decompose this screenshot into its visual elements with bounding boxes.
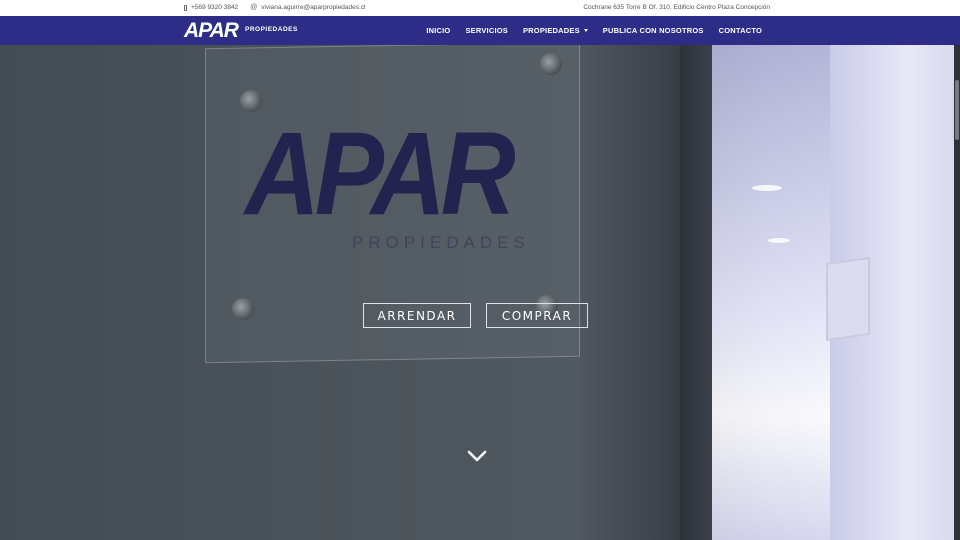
- menu-item-servicios[interactable]: SERVICIOS: [465, 26, 508, 35]
- chevron-down-icon[interactable]: [466, 445, 488, 467]
- phone-icon: [184, 4, 187, 11]
- sign-logo: APAR: [245, 108, 516, 240]
- email-contact[interactable]: @ viviana.aguirre@aparpropiedades.cl: [250, 4, 365, 11]
- email-address[interactable]: viviana.aguirre@aparpropiedades.cl: [261, 4, 365, 11]
- menu-item-propiedades-label: PROPIEDADES: [522, 26, 580, 35]
- scrollbar-thumb[interactable]: [955, 80, 959, 140]
- menu-item-publica[interactable]: PUBLICA CON NOSOTROS: [603, 26, 704, 35]
- wall-picture: [826, 256, 870, 342]
- arrendar-button[interactable]: ARRENDAR: [363, 303, 471, 328]
- contact-info: +569 9320 3842 @ viviana.aguirre@aparpro…: [184, 4, 365, 11]
- sign-logo-subtitle: PROPIEDADES: [352, 233, 530, 252]
- background-door-frame: [680, 45, 712, 540]
- menu-item-contacto[interactable]: CONTACTO: [719, 26, 762, 35]
- site-logo[interactable]: APAR: [184, 19, 239, 43]
- ceiling-light: [768, 238, 790, 243]
- sign-standoff: [232, 298, 254, 320]
- comprar-button[interactable]: COMPRAR: [486, 303, 588, 328]
- menu-item-propiedades[interactable]: PROPIEDADES: [523, 26, 588, 35]
- sign-standoff: [540, 53, 562, 75]
- phone-contact[interactable]: +569 9320 3842: [184, 4, 238, 11]
- ceiling-light: [752, 185, 782, 191]
- page-scrollbar[interactable]: [954, 45, 960, 540]
- background-light: [710, 45, 830, 540]
- caret-down-icon: [583, 29, 588, 32]
- top-info-bar: +569 9320 3842 @ viviana.aguirre@aparpro…: [0, 0, 960, 16]
- phone-number[interactable]: +569 9320 3842: [191, 4, 238, 11]
- main-menu: INICIO SERVICIOS PROPIEDADES PUBLICA CON…: [426, 16, 762, 45]
- office-address: Cochrane 635 Torre B Of. 310, Edificio C…: [583, 4, 770, 11]
- main-navbar: APAR PROPIEDADES INICIO SERVICIOS PROPIE…: [0, 16, 960, 45]
- site-logo-subtitle[interactable]: PROPIEDADES: [245, 26, 298, 33]
- menu-item-inicio[interactable]: INICIO: [426, 26, 450, 35]
- at-icon: @: [250, 4, 258, 11]
- hero-banner: APAR PROPIEDADES ARRENDAR COMPRAR: [0, 45, 960, 540]
